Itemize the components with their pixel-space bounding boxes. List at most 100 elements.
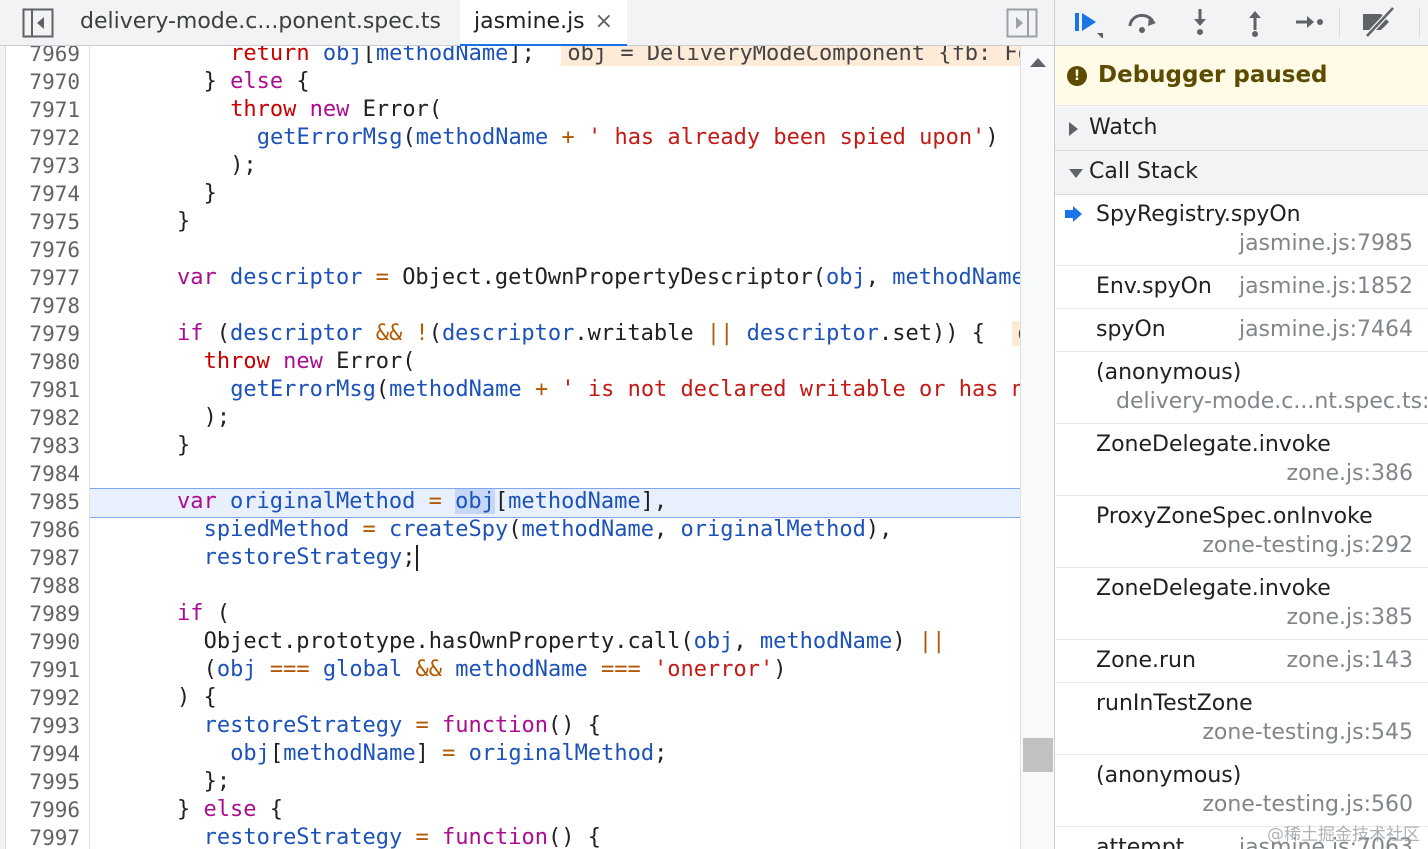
line-number[interactable]: 7988 bbox=[6, 572, 80, 600]
line-number[interactable]: 7971 bbox=[6, 96, 80, 124]
text-cursor bbox=[415, 545, 418, 571]
code-line: 7987 restoreStrategy; bbox=[0, 544, 1022, 572]
callstack-section-header[interactable]: Call Stack bbox=[1055, 151, 1428, 195]
code-token: methodName bbox=[389, 377, 522, 402]
code-line: 7976 bbox=[0, 236, 1022, 264]
frame-function-name: Env.spyOn bbox=[1096, 274, 1212, 299]
line-number[interactable]: 7981 bbox=[6, 376, 80, 404]
code-text: getErrorMsg(methodName + ' has already b… bbox=[257, 124, 1051, 152]
paused-message: Debugger paused bbox=[1098, 62, 1328, 88]
line-number[interactable]: 7983 bbox=[6, 432, 80, 460]
line-number[interactable]: 7985 bbox=[6, 488, 80, 516]
call-frame[interactable]: Env.spyOn jasmine.js:1852 bbox=[1055, 266, 1428, 309]
code-line: 7974} bbox=[0, 180, 1022, 208]
tab-label: jasmine.js bbox=[474, 9, 585, 34]
scroll-up-arrow-icon[interactable] bbox=[1030, 58, 1046, 67]
code-token: ] bbox=[415, 741, 429, 766]
line-number[interactable]: 7975 bbox=[6, 208, 80, 236]
line-number[interactable]: 7979 bbox=[6, 320, 80, 348]
step-button[interactable] bbox=[1293, 6, 1327, 38]
line-number[interactable]: 7989 bbox=[6, 600, 80, 628]
line-number[interactable]: 7992 bbox=[6, 684, 80, 712]
code-line: 7988 bbox=[0, 572, 1022, 600]
call-frame[interactable]: ZoneDelegate.invoke zone.js:385 bbox=[1055, 568, 1428, 640]
call-frame[interactable]: ProxyZoneSpec.onInvoke zone-testing.js:29… bbox=[1055, 496, 1428, 568]
code-token: [ bbox=[269, 741, 284, 766]
tab-delivery-mode-spec[interactable]: delivery-mode.c...ponent.spec.ts bbox=[80, 0, 441, 46]
code-token: ' is not declared writable or has no bbox=[561, 377, 1039, 402]
line-number[interactable]: 7987 bbox=[6, 544, 80, 572]
editor-scrollbar[interactable] bbox=[1020, 46, 1054, 849]
call-frame[interactable]: ZoneDelegate.invoke zone.js:386 bbox=[1055, 424, 1428, 496]
code-line: 7989 if ( bbox=[0, 600, 1022, 628]
code-line: 7996} else { bbox=[0, 796, 1022, 824]
code-token: descriptor bbox=[441, 321, 575, 346]
code-token: methodName bbox=[415, 125, 549, 150]
tab-jasmine-js[interactable]: jasmine.js × bbox=[460, 0, 628, 46]
line-number[interactable]: 7973 bbox=[6, 152, 80, 180]
call-frame[interactable]: SpyRegistry.spyOn jasmine.js:7985 bbox=[1055, 194, 1428, 266]
code-line: 7982); bbox=[0, 404, 1022, 432]
line-number[interactable]: 7980 bbox=[6, 348, 80, 376]
line-number[interactable]: 7994 bbox=[6, 740, 80, 768]
code-token: } bbox=[203, 69, 231, 94]
line-number[interactable]: 7982 bbox=[6, 404, 80, 432]
code-token: = bbox=[349, 517, 390, 542]
code-token: methodName bbox=[892, 265, 1025, 290]
line-number[interactable]: 7970 bbox=[6, 68, 80, 96]
step-into-button[interactable] bbox=[1183, 6, 1217, 38]
line-number[interactable]: 7976 bbox=[6, 236, 80, 264]
code-text: if ( bbox=[177, 600, 230, 628]
line-number[interactable]: 7996 bbox=[6, 796, 80, 824]
code-token: ) bbox=[892, 629, 919, 654]
frame-location: zone.js:143 bbox=[1286, 648, 1413, 673]
code-token: && ! bbox=[362, 321, 429, 346]
code-token: + bbox=[521, 377, 562, 402]
code-view[interactable]: 7969 return obj[methodName]; obj = Delive… bbox=[0, 46, 1054, 849]
code-token: throw bbox=[230, 97, 310, 122]
code-token: spiedMethod bbox=[203, 517, 350, 542]
code-token: = bbox=[402, 713, 443, 738]
line-number[interactable]: 7993 bbox=[6, 712, 80, 740]
line-number[interactable]: 7978 bbox=[6, 292, 80, 320]
call-frame[interactable]: Zone.run zone.js:143 bbox=[1055, 640, 1428, 683]
code-token: originalMethod bbox=[468, 741, 655, 766]
call-frame[interactable]: (anonymous) delivery-mode.c...nt.spec.ts:… bbox=[1055, 352, 1428, 424]
line-number[interactable]: 7977 bbox=[6, 264, 80, 292]
code-line: 7995}; bbox=[0, 768, 1022, 796]
watch-section-header[interactable]: Watch bbox=[1055, 107, 1428, 151]
code-token: || bbox=[918, 629, 946, 654]
step-out-button[interactable] bbox=[1238, 6, 1272, 38]
line-number[interactable]: 7997 bbox=[6, 824, 80, 849]
line-number[interactable]: 7969 bbox=[6, 46, 80, 68]
toggle-navigator-button[interactable] bbox=[22, 8, 54, 38]
code-token: Object.getOwnPropertyDescriptor( bbox=[402, 265, 827, 290]
deactivate-breakpoints-button[interactable] bbox=[1359, 6, 1399, 38]
line-number[interactable]: 7991 bbox=[6, 656, 80, 684]
toggle-debugger-button[interactable] bbox=[1006, 8, 1038, 38]
call-frame[interactable]: runInTestZone zone-testing.js:545 bbox=[1055, 683, 1428, 755]
code-token: var bbox=[177, 489, 230, 514]
call-frame[interactable]: spyOn jasmine.js:7464 bbox=[1055, 309, 1428, 352]
step-over-button[interactable] bbox=[1125, 6, 1159, 38]
line-number[interactable]: 7972 bbox=[6, 124, 80, 152]
line-number[interactable]: 7995 bbox=[6, 768, 80, 796]
scrollbar-thumb[interactable] bbox=[1023, 738, 1053, 772]
line-number[interactable]: 7990 bbox=[6, 628, 80, 656]
code-line: 7990 Object.prototype.hasOwnProperty.call… bbox=[0, 628, 1022, 656]
code-token: createSpy bbox=[389, 517, 509, 542]
watermark: @稀土掘金技术社区 bbox=[1267, 825, 1420, 845]
line-number[interactable]: 7986 bbox=[6, 516, 80, 544]
inline-value-preview: obj = DeliveryModeComponent {fb: For bbox=[561, 46, 1051, 66]
code-text: obj[methodName] = originalMethod; bbox=[230, 740, 667, 768]
call-frame[interactable]: (anonymous) zone-testing.js:560 bbox=[1055, 755, 1428, 827]
code-token: } bbox=[177, 209, 191, 234]
resume-button[interactable] bbox=[1069, 6, 1103, 39]
code-token: , bbox=[865, 265, 893, 290]
line-number[interactable]: 7984 bbox=[6, 460, 80, 488]
code-line: 7971 throw new Error( bbox=[0, 96, 1022, 124]
close-tab-icon[interactable]: × bbox=[595, 9, 613, 34]
line-number[interactable]: 7974 bbox=[6, 180, 80, 208]
toolbar-divider bbox=[1419, 8, 1420, 38]
code-text: throw new Error( bbox=[230, 96, 442, 124]
